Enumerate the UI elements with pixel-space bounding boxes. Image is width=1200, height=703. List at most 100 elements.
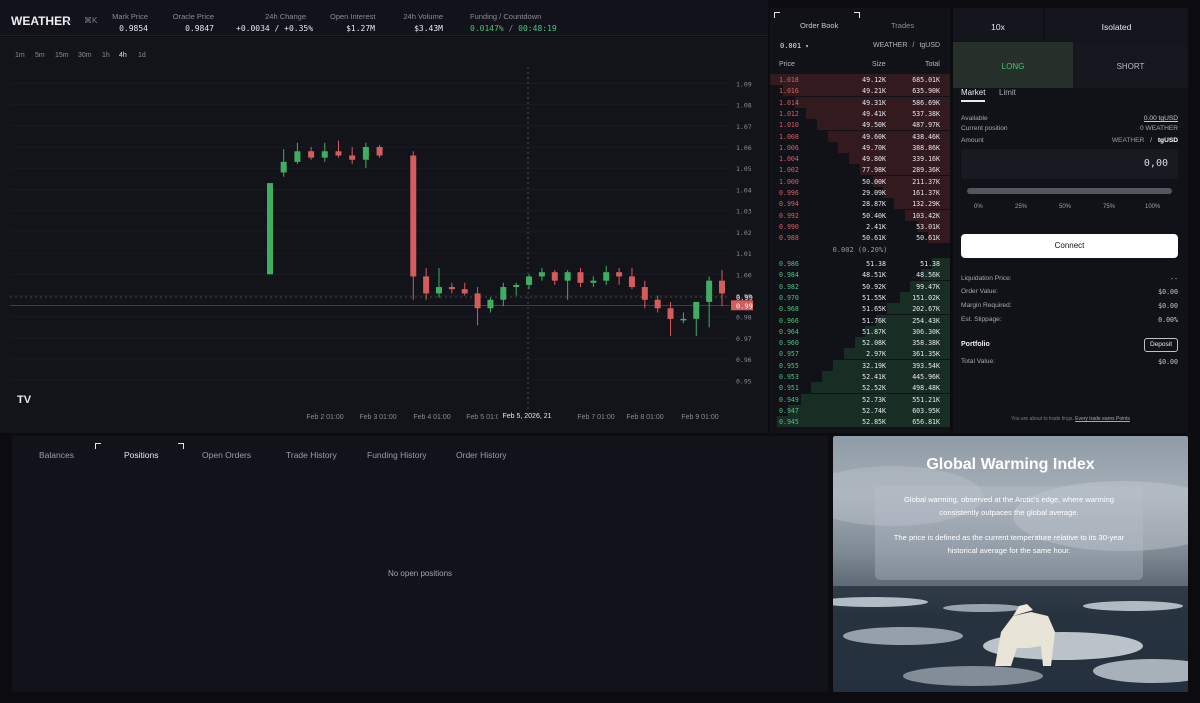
bid-price: 0.947: [779, 406, 799, 415]
bid-row[interactable]: 0.945 52.85K 656.81K: [770, 416, 950, 428]
ask-row[interactable]: 1.008 49.60K 438.46K: [770, 130, 950, 142]
deposit-button[interactable]: Deposit: [1144, 338, 1178, 352]
detail-label: Margin Required:: [961, 302, 1012, 309]
available-value[interactable]: 0.00 tgUSD: [1144, 115, 1178, 122]
ask-row[interactable]: 0.990 2.41K 53.01K: [770, 220, 950, 232]
pair-toggle[interactable]: WEATHER / tgUSD: [873, 42, 940, 49]
bid-row[interactable]: 0.970 51.55K 151.02K: [770, 291, 950, 303]
tick-size-select[interactable]: 0.001 ▾: [780, 42, 809, 50]
bid-price: 0.964: [779, 327, 799, 336]
bid-size: 51.87K: [862, 327, 886, 336]
connect-button[interactable]: Connect: [961, 234, 1178, 258]
candle-body: [513, 284, 520, 288]
tab-trade-history[interactable]: Trade History: [286, 450, 337, 460]
tab-order-book[interactable]: Order Book: [800, 21, 838, 30]
ask-total: 289.36K: [912, 166, 940, 175]
amount-unit-toggle[interactable]: WEATHER / tgUSD: [1112, 137, 1178, 144]
chevron-down-icon[interactable]: ⌄: [64, 15, 71, 24]
y-tick-label: 1.03: [736, 208, 752, 216]
ask-price: 0.996: [779, 189, 799, 197]
crosshair-date-label: Feb 5, 2026, 21: [502, 413, 551, 420]
bid-row[interactable]: 0.957 2.97K 361.35K: [770, 348, 950, 360]
market-selector[interactable]: WEATHER: [11, 14, 71, 28]
portfolio-heading: Portfolio: [961, 341, 990, 348]
bid-size: 52.74K: [862, 406, 886, 415]
ask-row[interactable]: 1.012 49.41K 537.38K: [770, 107, 950, 119]
stat-value: $1.27M: [346, 24, 375, 33]
ask-row[interactable]: 1.004 49.80K 339.16K: [770, 153, 950, 165]
order-type-market[interactable]: Market: [961, 88, 985, 97]
amount-input[interactable]: 0,00: [961, 149, 1178, 179]
tab-trades[interactable]: Trades: [891, 21, 914, 30]
bid-row[interactable]: 0.984 48.51K 48.56K: [770, 269, 950, 281]
bid-row[interactable]: 0.947 52.74K 603.95K: [770, 404, 950, 416]
detail-label: Liquidation Price:: [961, 275, 1012, 282]
bid-row[interactable]: 0.966 51.76K 254.43K: [770, 314, 950, 326]
ask-row[interactable]: 1.010 49.50K 487.97K: [770, 119, 950, 131]
bid-price: 0.970: [779, 293, 799, 302]
ask-row[interactable]: 0.988 50.61K 50.61K: [770, 232, 950, 244]
ask-row[interactable]: 1.018 49.12K 685.01K: [770, 74, 950, 85]
ask-total: 438.46K: [912, 132, 940, 141]
bid-row[interactable]: 0.955 32.19K 393.54K: [770, 359, 950, 371]
stat-value: $3.43M: [414, 24, 443, 33]
bid-row[interactable]: 0.982 50.92K 99.47K: [770, 280, 950, 292]
y-tick-label: 1.08: [736, 102, 752, 110]
tab-order-history[interactable]: Order History: [456, 450, 507, 460]
detail-label: Order Value:: [961, 288, 998, 295]
bid-total: 361.35K: [912, 350, 940, 359]
candle-body: [641, 287, 648, 300]
margin-mode-button[interactable]: Isolated: [1045, 8, 1188, 41]
ask-row[interactable]: 0.994 28.87K 132.29K: [770, 198, 950, 210]
tab-bracket: [95, 443, 101, 449]
ask-row[interactable]: 1.014 49.31K 586.69K: [770, 96, 950, 108]
bid-row[interactable]: 0.949 52.73K 551.21K: [770, 393, 950, 405]
points-link[interactable]: Every trade earns Points: [1075, 416, 1130, 422]
ask-price: 0.992: [779, 211, 799, 220]
y-tick-label: 1.04: [736, 186, 752, 194]
bid-row[interactable]: 0.953 52.41K 445.96K: [770, 371, 950, 382]
slider-tick[interactable]: 0%: [974, 204, 983, 210]
bid-row[interactable]: 0.986 51.38 51.38: [770, 258, 950, 269]
bid-row[interactable]: 0.968 51.65K 202.67K: [770, 303, 950, 315]
ask-price: 0.990: [779, 222, 799, 231]
bid-price: 0.986: [779, 260, 799, 268]
bid-size: 52.52K: [862, 384, 886, 393]
tab-positions[interactable]: Positions: [124, 450, 159, 460]
ask-row[interactable]: 0.992 50.40K 103.42K: [770, 209, 950, 221]
tab-open-orders[interactable]: Open Orders: [202, 450, 251, 460]
ask-total: 211.37K: [912, 177, 940, 186]
price-chart[interactable]: 1m 5m 15m 30m 1h 4h 1d 1.09 1.08 1.07 1.06 1…: [0, 37, 768, 433]
candle-body: [616, 272, 623, 277]
candlestick-plot[interactable]: 1.09 1.08 1.07 1.06 1.05 1.04 1.03 1.02 1.01 1.00…: [0, 37, 768, 433]
stat-label: Mark Price: [112, 12, 148, 21]
slider-tick[interactable]: 75%: [1103, 204, 1115, 210]
bid-total: 551.21K: [912, 395, 940, 404]
y-tick-label: 1.02: [736, 229, 752, 237]
slider-tick[interactable]: 50%: [1059, 204, 1071, 210]
ask-price: 0.988: [779, 234, 799, 243]
amount-slider[interactable]: [967, 188, 1172, 194]
bid-row[interactable]: 0.951 52.52K 498.48K: [770, 382, 950, 394]
ask-row[interactable]: 1.002 77.98K 289.36K: [770, 164, 950, 176]
short-tab[interactable]: SHORT: [1073, 42, 1188, 88]
tab-funding-history[interactable]: Funding History: [367, 450, 427, 460]
ask-row[interactable]: 1.016 49.21K 635.90K: [770, 85, 950, 97]
bid-total: 656.81K: [912, 418, 940, 427]
tab-balances[interactable]: Balances: [39, 450, 74, 460]
ask-row[interactable]: 0.996 29.09K 161.37K: [770, 187, 950, 198]
slider-tick[interactable]: 100%: [1145, 204, 1160, 210]
leverage-button[interactable]: 10x: [953, 8, 1043, 41]
bid-total: 99.47K: [916, 282, 940, 291]
bid-row[interactable]: 0.960 52.08K 358.38K: [770, 337, 950, 349]
bid-row[interactable]: 0.964 51.87K 306.30K: [770, 325, 950, 337]
ask-row[interactable]: 1.006 49.70K 388.86K: [770, 141, 950, 153]
active-tab-underline: [961, 100, 985, 102]
order-type-limit[interactable]: Limit: [999, 88, 1016, 97]
bid-total: 254.43K: [912, 316, 940, 325]
long-tab[interactable]: LONG: [953, 42, 1073, 88]
x-tick-label: Feb 8 01:00: [626, 414, 663, 421]
slider-tick[interactable]: 25%: [1015, 204, 1027, 210]
candle-body: [362, 147, 369, 160]
ask-row[interactable]: 1.000 50.00K 211.37K: [770, 175, 950, 187]
